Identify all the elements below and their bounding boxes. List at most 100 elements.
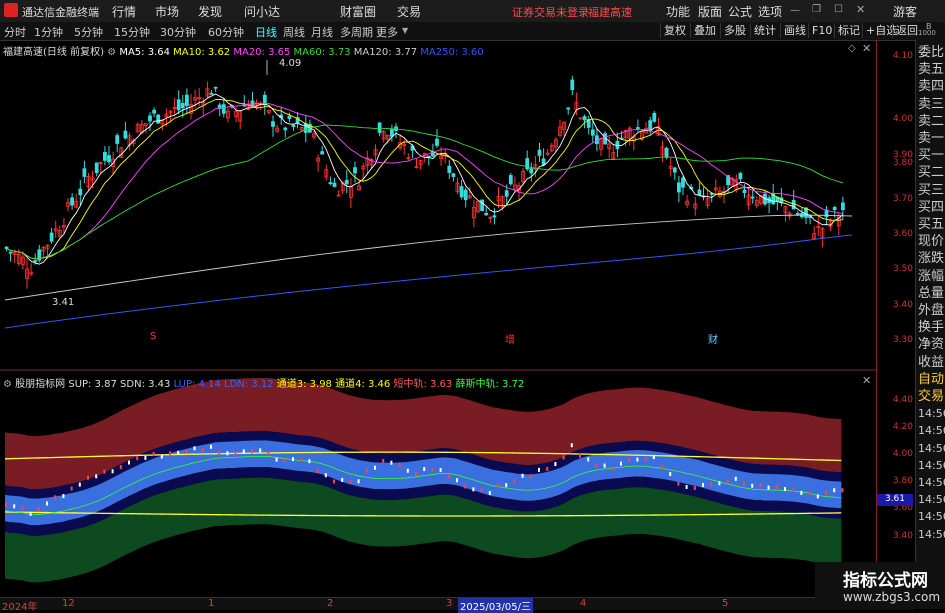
- close-icon[interactable]: ✕: [856, 3, 865, 16]
- quote-panel-item[interactable]: 14:56: [918, 508, 945, 525]
- tab-15min[interactable]: 15分钟: [114, 24, 150, 40]
- quote-panel-item[interactable]: 14:56: [918, 422, 945, 439]
- settings-gear-icon[interactable]: ⚙: [107, 47, 116, 58]
- tab-30min[interactable]: 30分钟: [160, 24, 196, 40]
- quote-panel-item[interactable]: 委比: [918, 44, 944, 61]
- chart-area[interactable]: [0, 40, 876, 597]
- quote-panel-item[interactable]: 14:56: [918, 526, 945, 543]
- quote-panel-item[interactable]: 买一: [918, 147, 944, 164]
- tab-daily[interactable]: 日线: [255, 24, 277, 40]
- chart-close-icon[interactable]: ✕: [862, 42, 871, 55]
- sub-candle: [46, 501, 48, 506]
- marker-s[interactable]: S: [150, 331, 156, 342]
- quote-panel-item[interactable]: 卖五: [918, 61, 944, 78]
- chart-expand-icon[interactable]: ◇: [848, 43, 856, 54]
- sub-candle: [144, 455, 147, 460]
- price-scale: 4.10 4.00 3.90 3.80 3.70 3.60 3.50 3.40 …: [876, 40, 916, 597]
- menu-trade[interactable]: 交易: [397, 3, 421, 20]
- guest-label[interactable]: 游客: [893, 3, 917, 20]
- price-tick: 3.80: [892, 158, 913, 168]
- quote-panel-item[interactable]: 净资: [918, 336, 944, 353]
- sub-candle: [841, 488, 844, 493]
- multi-stock-button[interactable]: 多股: [720, 23, 749, 38]
- tab-5min[interactable]: 5分钟: [74, 24, 103, 40]
- sub-price-tick: 3.40: [892, 531, 913, 541]
- sub-candle: [529, 474, 532, 479]
- ma-legend-item: MA60: 3.73: [290, 47, 351, 58]
- quote-panel-item[interactable]: 买二: [918, 164, 944, 181]
- menu-discover[interactable]: 发现: [198, 3, 222, 20]
- menu-layout[interactable]: 版面: [698, 3, 722, 20]
- marker-finance[interactable]: 财: [708, 331, 718, 346]
- quote-panel-item[interactable]: 14:56: [918, 405, 945, 422]
- draw-line-button[interactable]: 画线: [780, 23, 809, 38]
- quote-panel-item[interactable]: 14:56: [918, 440, 945, 457]
- sub-candle: [13, 504, 16, 509]
- menu-options[interactable]: 选项: [758, 3, 782, 20]
- price-tick: 3.30: [892, 335, 913, 345]
- sub-candle: [210, 444, 212, 449]
- quote-panel-item[interactable]: 买五: [918, 216, 944, 233]
- restore-icon[interactable]: ❐: [812, 4, 821, 15]
- settings-gear-icon[interactable]: ⚙: [3, 379, 12, 390]
- quote-panel-item[interactable]: 卖二: [918, 113, 944, 130]
- candle-body: [82, 168, 87, 177]
- quote-panel-item[interactable]: 总量: [918, 285, 944, 302]
- candle-body: [537, 149, 542, 156]
- menu-wealth[interactable]: 财富圈: [340, 3, 376, 20]
- quote-panel-item[interactable]: 卖四: [918, 78, 944, 95]
- f10-button[interactable]: F10: [808, 23, 835, 38]
- sub-chart-close-icon[interactable]: ✕: [862, 374, 871, 387]
- candle-body: [426, 155, 431, 158]
- quote-panel-item[interactable]: 收益: [918, 354, 944, 371]
- marker-increase[interactable]: 增: [505, 331, 515, 346]
- menu-quotes[interactable]: 行情: [112, 3, 136, 20]
- stats-button[interactable]: 统计: [750, 23, 779, 38]
- maximize-icon[interactable]: ☐: [834, 4, 843, 15]
- minimize-icon[interactable]: —: [790, 5, 800, 16]
- quote-panel-item[interactable]: 现价: [918, 233, 944, 250]
- sub-candle: [423, 467, 426, 472]
- sub-candle: [685, 485, 688, 490]
- tab-timeshare[interactable]: 分时: [4, 24, 26, 40]
- quote-panel-item[interactable]: 14:56: [918, 491, 945, 508]
- tab-60min[interactable]: 60分钟: [208, 24, 244, 40]
- menu-ask[interactable]: 问小达: [244, 3, 280, 20]
- quote-panel-item[interactable]: 14:56: [918, 474, 945, 491]
- menu-formula[interactable]: 公式: [728, 3, 752, 20]
- tab-1min[interactable]: 1分钟: [34, 24, 63, 40]
- login-status[interactable]: 证券交易未登录: [512, 4, 589, 20]
- quote-panel-item[interactable]: 卖一: [918, 130, 944, 147]
- tab-monthly[interactable]: 月线: [311, 24, 333, 40]
- overlay-button[interactable]: 叠加: [690, 23, 719, 38]
- quote-panel-item[interactable]: 卖三: [918, 96, 944, 113]
- menu-function[interactable]: 功能: [666, 3, 690, 20]
- date-axis: 2024年 12 1 2 3 2025/03/05/三 4 5 6: [0, 597, 915, 613]
- back-button[interactable]: 返回: [892, 23, 921, 38]
- quote-panel-item[interactable]: 买三: [918, 182, 944, 199]
- candle-body: [795, 213, 800, 215]
- sub-candle: [169, 451, 171, 456]
- tab-multi-period[interactable]: 多周期: [340, 24, 373, 40]
- adjust-button[interactable]: 复权: [660, 23, 689, 38]
- quote-panel-item[interactable]: 买四: [918, 199, 944, 216]
- quote-panel-item[interactable]: 交易: [918, 388, 944, 405]
- sub-candle: [734, 476, 737, 481]
- mark-button[interactable]: 标记: [834, 23, 863, 38]
- quote-panel-item[interactable]: 涨幅: [918, 268, 944, 285]
- more-chevron-icon[interactable]: ▼: [402, 26, 408, 35]
- sub-candle: [300, 457, 303, 462]
- menu-market[interactable]: 市场: [155, 3, 179, 20]
- sub-candle: [234, 451, 237, 456]
- quote-panel-item[interactable]: 外盘: [918, 302, 944, 319]
- sub-candle: [480, 488, 483, 493]
- quote-panel-item[interactable]: 涨跌: [918, 250, 944, 267]
- candle-body: [566, 107, 571, 110]
- sub-candle: [365, 468, 368, 473]
- tab-weekly[interactable]: 周线: [283, 24, 305, 40]
- quote-panel-item[interactable]: 14:56: [918, 457, 945, 474]
- quote-panel-item[interactable]: 换手: [918, 319, 944, 336]
- tab-more[interactable]: 更多: [376, 24, 398, 40]
- quote-panel-item[interactable]: 自动: [918, 371, 944, 388]
- sub-candle: [759, 482, 762, 487]
